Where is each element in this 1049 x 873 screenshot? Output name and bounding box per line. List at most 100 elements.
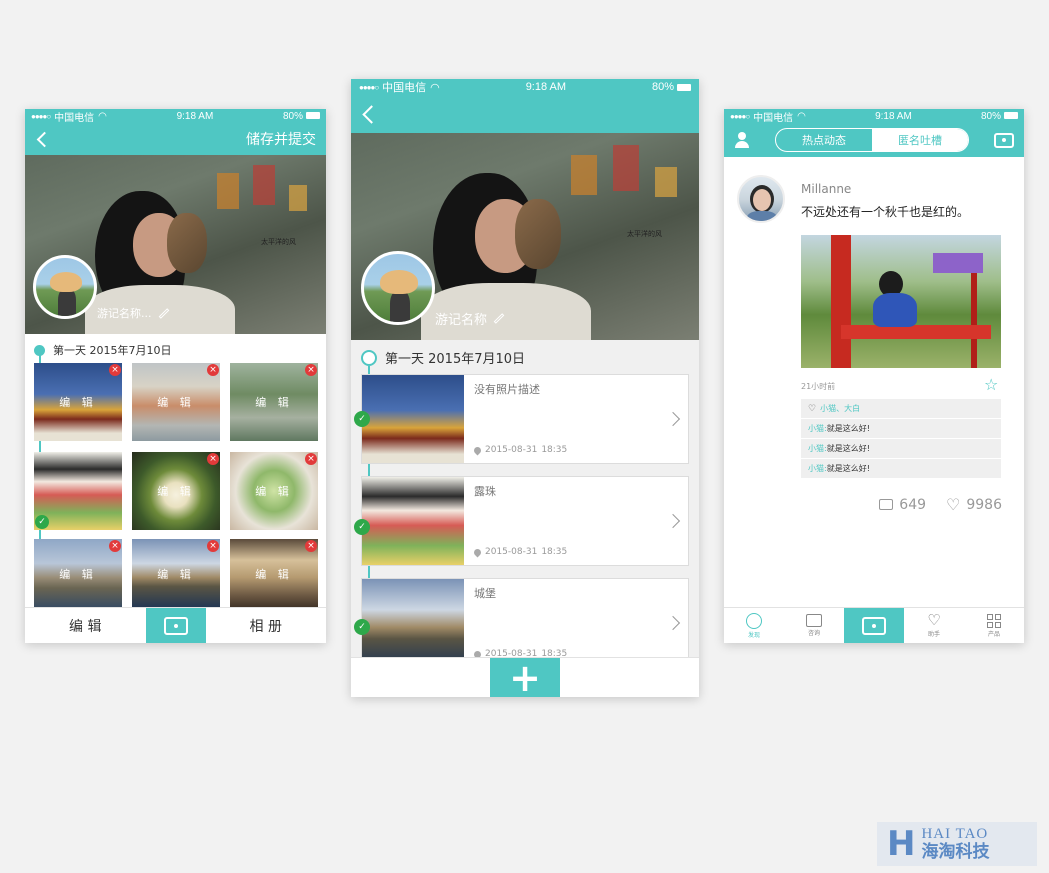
trip-avatar[interactable]: [33, 255, 97, 319]
entry-location: 2015-08-31 18:35: [472, 445, 567, 455]
delete-icon[interactable]: ×: [109, 364, 121, 376]
screen-feed: ●●●●○ 中国电信 ◠ 9:18 AM 80% 热点动态 匿名吐槽 Millann…: [724, 109, 1024, 643]
camera-button[interactable]: [145, 608, 206, 643]
add-entry-button[interactable]: +: [490, 658, 560, 697]
nav-assistant[interactable]: ♡ 助手: [904, 608, 964, 643]
signal-icon: ●●●●○: [359, 82, 379, 92]
likes-row: ♡ 小猫、大白: [801, 399, 1001, 419]
chevron-right-icon: [665, 411, 681, 427]
battery-indicator: 80%: [283, 111, 320, 122]
header: 热点动态 匿名吐槽: [724, 123, 1024, 157]
pencil-icon[interactable]: [158, 307, 169, 319]
back-arrow-icon[interactable]: [36, 131, 53, 147]
logo-text-en: HAI TAO: [921, 826, 989, 843]
thumbnail[interactable]: 编 辑 ×: [230, 363, 318, 441]
post-time: 21小时前: [801, 382, 836, 391]
heart-outline-icon: ♡: [946, 495, 961, 514]
cover-photo[interactable]: 太平洋的风 游记名称...: [25, 155, 326, 334]
post-actions: 649 ♡ 9986: [879, 495, 1002, 514]
delete-icon[interactable]: ×: [207, 364, 219, 376]
username[interactable]: Millanne: [801, 182, 851, 196]
wall-painting: [217, 173, 239, 209]
screen-edit-album: ●●●●○ 中国电信 ◠ 9:18 AM 80% 储存并提交 太平洋的风 游记名称.…: [25, 109, 326, 643]
nav-products[interactable]: 产品: [964, 608, 1024, 643]
check-icon: ✓: [354, 519, 370, 535]
likers-label[interactable]: 小猫、大白: [820, 403, 860, 414]
trip-name-field[interactable]: 游记名称: [435, 309, 505, 328]
chat-icon: [806, 614, 822, 627]
thumbnail[interactable]: 编 辑 ×: [230, 452, 318, 530]
cat-shape: [515, 199, 561, 269]
delete-icon[interactable]: ×: [207, 453, 219, 465]
comment-action[interactable]: 649: [879, 495, 926, 514]
clock-label: 9:18 AM: [525, 81, 567, 93]
user-icon[interactable]: [734, 132, 750, 148]
wall-painting: [289, 185, 307, 211]
post-photo[interactable]: [801, 235, 1001, 368]
comment-row[interactable]: 小猫:就是这么好!: [801, 459, 1001, 479]
comment-row[interactable]: 小猫:就是这么好!: [801, 419, 1001, 439]
carrier-label: 中国电信: [753, 112, 794, 124]
album-button[interactable]: 相 册: [206, 608, 327, 643]
thumbnail[interactable]: 编 辑 ×: [230, 539, 318, 609]
heart-hands-icon: ♡: [927, 611, 941, 629]
nav-discover[interactable]: 发现: [724, 608, 784, 643]
day-header: 第一天 2015年7月10日: [34, 342, 172, 358]
entry-photo: [362, 375, 464, 463]
delete-icon[interactable]: ×: [305, 364, 317, 376]
nav-camera[interactable]: [844, 608, 904, 643]
edit-button[interactable]: 编 辑: [25, 608, 146, 643]
status-bar: ●●●●○ 中国电信 ◠ 9:18 AM 80%: [351, 79, 699, 95]
thumbnail[interactable]: 编 辑 ×: [34, 363, 122, 441]
top-bar: ●●●●○ 中国电信 ◠ 9:18 AM 80% 热点动态 匿名吐槽: [724, 109, 1024, 157]
check-icon: ✓: [354, 411, 370, 427]
star-icon[interactable]: ☆: [984, 375, 998, 394]
tab-anonymous[interactable]: 匿名吐槽: [872, 129, 968, 151]
check-icon: ✓: [354, 619, 370, 635]
pencil-icon[interactable]: [493, 313, 505, 324]
day-label: 第一天 2015年7月10日: [53, 344, 172, 357]
thumbnail[interactable]: 编 辑 ×: [132, 452, 220, 530]
like-count: 9986: [966, 496, 1002, 513]
thumbnail[interactable]: 编 辑 ×: [132, 363, 220, 441]
plus-icon: +: [509, 655, 541, 697]
status-bar: ●●●●○ 中国电信 ◠ 9:18 AM 80%: [724, 109, 1024, 124]
wall-painting: [655, 167, 677, 197]
photo-entry-card[interactable]: 没有照片描述 2015-08-31 18:35 ✓: [354, 374, 689, 464]
trip-avatar[interactable]: [361, 251, 435, 325]
back-arrow-icon[interactable]: [362, 104, 381, 124]
chevron-right-icon: [665, 513, 681, 529]
save-submit-button[interactable]: 储存并提交: [246, 129, 316, 149]
heart-icon: ♡: [808, 403, 817, 414]
like-action[interactable]: ♡ 9986: [946, 495, 1002, 514]
delete-icon[interactable]: ×: [305, 540, 317, 552]
wifi-icon: ◠: [98, 110, 107, 122]
compass-icon: [746, 612, 762, 629]
carrier-label: 中国电信: [54, 112, 95, 124]
tab-hot-feed[interactable]: 热点动态: [776, 129, 872, 151]
trip-name-label: 游记名称: [435, 313, 488, 328]
thumbnail-selected[interactable]: ✓: [34, 452, 122, 530]
thumbnail[interactable]: 编 辑 ×: [132, 539, 220, 609]
delete-icon[interactable]: ×: [207, 540, 219, 552]
top-bar: ●●●●○ 中国电信 ◠ 9:18 AM 80%: [351, 79, 699, 133]
cover-photo[interactable]: 太平洋的风 游记名称: [351, 133, 699, 340]
delete-icon[interactable]: ×: [109, 540, 121, 552]
wifi-icon: ◠: [797, 110, 806, 122]
signal-icon: ●●●●○: [730, 111, 750, 121]
photo-entry-card[interactable]: 露珠 2015-08-31 18:35 ✓: [354, 476, 689, 566]
day-label: 第一天 2015年7月10日: [385, 352, 526, 367]
comment-row[interactable]: 小猫:就是这么好!: [801, 439, 1001, 459]
top-bar: ●●●●○ 中国电信 ◠ 9:18 AM 80% 储存并提交: [25, 109, 326, 155]
trip-name-field[interactable]: 游记名称...: [97, 305, 170, 321]
delete-icon[interactable]: ×: [305, 453, 317, 465]
photo-signature: 太平洋的风: [627, 230, 662, 238]
bottom-nav: 发现 咨询 ♡ 助手 产品: [724, 607, 1024, 643]
nav-consult[interactable]: 咨询: [784, 608, 844, 643]
header: [351, 95, 699, 133]
photo-entry-card[interactable]: 城堡 2015-08-31 18:35 ✓: [354, 578, 689, 668]
user-avatar[interactable]: [737, 175, 785, 223]
bottom-toolbar: +: [351, 657, 699, 697]
camera-icon[interactable]: [994, 132, 1014, 148]
thumbnail[interactable]: 编 辑 ×: [34, 539, 122, 609]
